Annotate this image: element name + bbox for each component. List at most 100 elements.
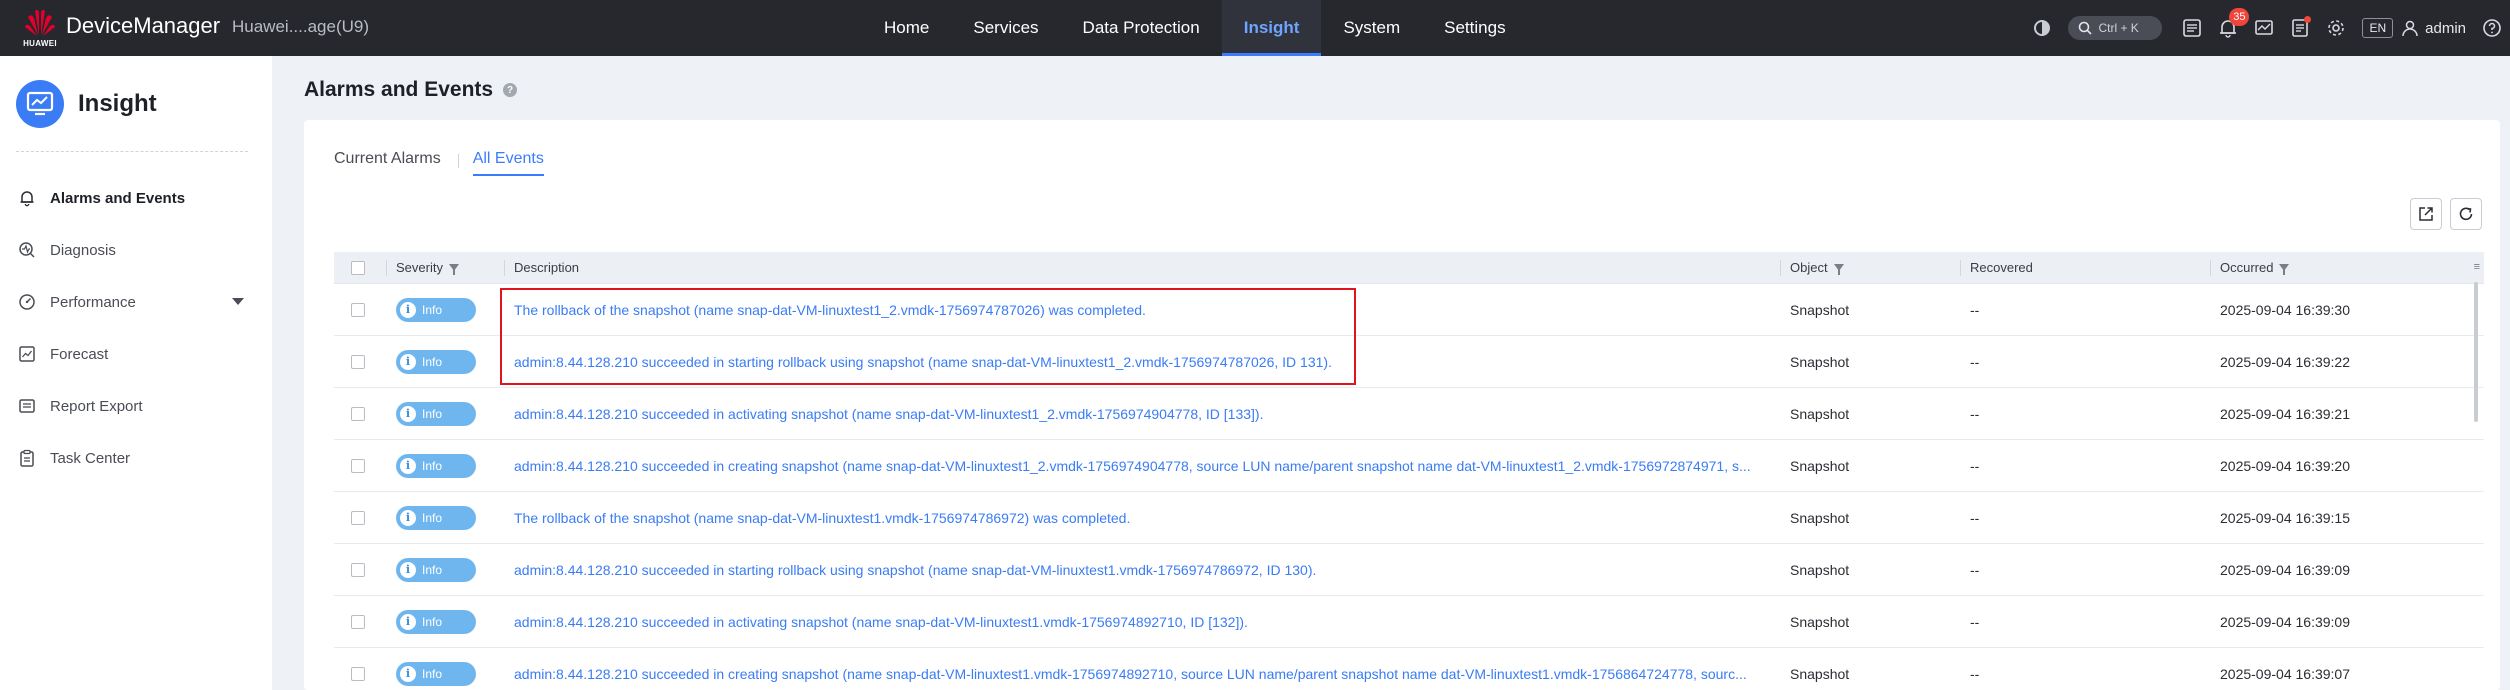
header-description: Description	[504, 252, 1780, 284]
device-name[interactable]: Huawei....age(U9)	[232, 17, 369, 37]
nav-settings[interactable]: Settings	[1422, 0, 1527, 56]
sidebar-item-task-center[interactable]: Task Center	[0, 432, 272, 484]
description-cell: admin:8.44.128.210 succeeded in starting…	[504, 544, 1780, 596]
alarm-bell-icon[interactable]: 35	[2215, 8, 2250, 41]
sidebar-item-forecast[interactable]: Forecast	[0, 328, 272, 380]
event-tabs: Current Alarms All Events	[334, 150, 576, 176]
export-button[interactable]	[2410, 198, 2442, 230]
header-label: Occurred	[2220, 260, 2274, 275]
row-checkbox[interactable]	[351, 354, 365, 369]
sidebar-item-label: Forecast	[50, 345, 109, 363]
row-checkbox[interactable]	[351, 614, 365, 629]
nav-insight[interactable]: Insight	[1221, 0, 1322, 56]
row-checkbox[interactable]	[351, 510, 365, 525]
severity-label: Info	[422, 458, 443, 473]
recovered-cell: --	[1970, 457, 1980, 474]
nav-services[interactable]: Services	[951, 0, 1060, 56]
row-checkbox[interactable]	[351, 302, 365, 317]
occurred-cell: 2025-09-04 16:39:09	[2220, 613, 2350, 630]
table-row[interactable]: i Info admin:8.44.128.210 succeeded in ac…	[334, 388, 2484, 440]
huawei-logo[interactable]: HUAWEI	[22, 7, 58, 49]
refresh-button[interactable]	[2450, 198, 2482, 230]
event-description-link[interactable]: The rollback of the snapshot (name snap-…	[514, 302, 1146, 318]
brand-label: HUAWEI	[23, 39, 57, 48]
theme-toggle-icon[interactable]	[2029, 15, 2055, 41]
event-description-link[interactable]: admin:8.44.128.210 succeeded in activati…	[514, 614, 1248, 630]
language-switch[interactable]: EN	[2362, 18, 2394, 38]
main-nav: Home Services Data Protection Insight Sy…	[862, 0, 1528, 56]
nav-system[interactable]: System	[1321, 0, 1422, 56]
severity-label: Info	[422, 614, 443, 629]
forecast-chart-icon	[16, 343, 38, 365]
page-title-row: Alarms and Events ?	[304, 78, 518, 102]
clipboard-icon	[16, 447, 38, 469]
event-description-link[interactable]: The rollback of the snapshot (name snap-…	[514, 510, 1130, 526]
recovered-cell: --	[1970, 353, 1980, 370]
row-checkbox-cell	[334, 284, 386, 336]
sidebar-item-alarms-and-events[interactable]: Alarms and Events	[0, 172, 272, 224]
severity-label: Info	[422, 562, 443, 577]
row-checkbox[interactable]	[351, 458, 365, 473]
table-row[interactable]: i Info admin:8.44.128.210 succeeded in ac…	[334, 596, 2484, 648]
table-row[interactable]: i Info The rollback of the snapshot (name…	[334, 492, 2484, 544]
recovered-cell: --	[1970, 509, 1980, 526]
user-menu[interactable]: admin	[2401, 19, 2466, 37]
row-checkbox-cell	[334, 596, 386, 648]
event-description-link[interactable]: admin:8.44.128.210 succeeded in starting…	[514, 562, 1316, 578]
nav-home[interactable]: Home	[862, 0, 951, 56]
table-row[interactable]: i Info admin:8.44.128.210 succeeded in cr…	[334, 648, 2484, 690]
refresh-icon	[2459, 207, 2473, 221]
alarm-count-badge: 35	[2229, 8, 2250, 26]
severity-cell: i Info	[386, 648, 504, 690]
header-occurred: Occurred ≡	[2210, 252, 2484, 284]
severity-cell: i Info	[386, 596, 504, 648]
help-circle-icon[interactable]	[2479, 15, 2505, 41]
select-all-checkbox[interactable]	[351, 260, 365, 275]
row-checkbox[interactable]	[351, 562, 365, 577]
sidebar-item-performance[interactable]: Performance	[0, 276, 272, 328]
recovered-cell: --	[1970, 665, 1980, 682]
tab-all-events[interactable]: All Events	[472, 150, 544, 176]
table-row[interactable]: i Info admin:8.44.128.210 succeeded in st…	[334, 336, 2484, 388]
row-checkbox[interactable]	[351, 666, 365, 681]
event-description-link[interactable]: admin:8.44.128.210 succeeded in creating…	[514, 666, 1747, 682]
table-row[interactable]: i Info admin:8.44.128.210 succeeded in st…	[334, 544, 2484, 596]
chevron-down-icon[interactable]	[232, 298, 244, 305]
info-icon: i	[400, 353, 416, 370]
description-cell: The rollback of the snapshot (name snap-…	[504, 492, 1780, 544]
search-icon	[2079, 21, 2093, 35]
header-label: Object	[1790, 260, 1828, 275]
sidebar-item-report-export[interactable]: Report Export	[0, 380, 272, 432]
row-checkbox[interactable]	[351, 406, 365, 421]
global-search-button[interactable]: Ctrl + K	[2068, 16, 2163, 40]
monitor-chart-icon[interactable]	[2251, 15, 2277, 41]
occurred-cell: 2025-09-04 16:39:30	[2220, 301, 2350, 318]
table-row[interactable]: i Info The rollback of the snapshot (name…	[334, 284, 2484, 336]
event-description-link[interactable]: admin:8.44.128.210 succeeded in creating…	[514, 458, 1751, 474]
recovered-cell: --	[1970, 301, 1980, 318]
task-list-icon[interactable]	[2179, 15, 2205, 41]
severity-badge: i Info	[396, 297, 476, 322]
sidebar-item-diagnosis[interactable]: Diagnosis	[0, 224, 272, 276]
row-checkbox-cell	[334, 440, 386, 492]
event-description-link[interactable]: admin:8.44.128.210 succeeded in starting…	[514, 354, 1332, 370]
filter-icon[interactable]	[1833, 264, 1844, 275]
nav-data-protection[interactable]: Data Protection	[1061, 0, 1222, 56]
table-scrollbar[interactable]	[2474, 282, 2478, 422]
event-description-link[interactable]: admin:8.44.128.210 succeeded in activati…	[514, 406, 1263, 422]
info-icon: i	[400, 405, 416, 422]
severity-label: Info	[422, 354, 443, 369]
gear-icon[interactable]	[2323, 15, 2349, 41]
filter-icon[interactable]	[448, 264, 459, 275]
events-table: Severity Description Object Recovered Oc…	[334, 252, 2484, 690]
description-cell: The rollback of the snapshot (name snap-…	[504, 284, 1780, 336]
column-settings-icon[interactable]: ≡	[2474, 261, 2480, 273]
question-icon[interactable]: ?	[503, 83, 518, 97]
sidebar-menu: Alarms and Events Diagnosis Performance …	[0, 172, 272, 484]
table-row[interactable]: i Info admin:8.44.128.210 succeeded in cr…	[334, 440, 2484, 492]
severity-cell: i Info	[386, 492, 504, 544]
report-icon	[16, 395, 38, 417]
tab-current-alarms[interactable]: Current Alarms	[334, 150, 441, 176]
notice-icon[interactable]	[2287, 15, 2313, 41]
filter-icon[interactable]	[2279, 264, 2290, 275]
